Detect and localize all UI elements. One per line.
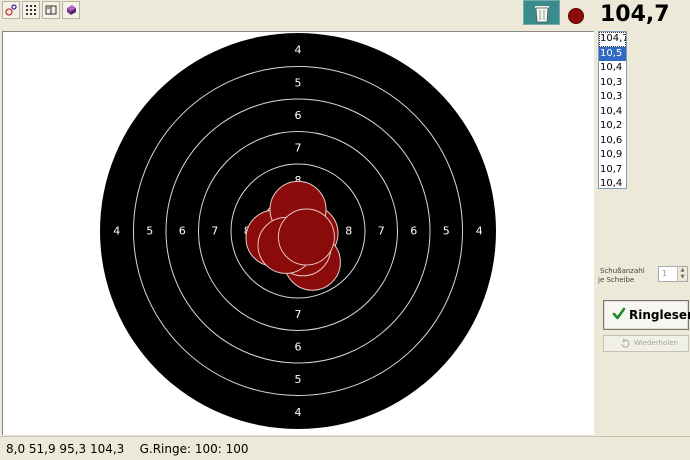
ring-number-label: 4 bbox=[295, 406, 302, 419]
status-bar: 8,0 51,9 95,3 104,3 G.Ringe: 100: 100 bbox=[0, 436, 690, 460]
ring-number-label: 6 bbox=[179, 225, 186, 238]
shot-count-stepper[interactable]: 1 ▲ ▼ bbox=[658, 266, 688, 282]
ring-number-label: 7 bbox=[211, 225, 218, 238]
ring-number-label: 5 bbox=[295, 373, 302, 386]
ring-number-label: 7 bbox=[295, 308, 302, 321]
shot-count-value: 1 bbox=[662, 269, 668, 278]
shot-value-item[interactable]: 10,3 bbox=[599, 90, 626, 105]
ring-number-label: 6 bbox=[410, 225, 417, 238]
book-button[interactable] bbox=[42, 1, 60, 19]
shot-value-item[interactable]: 10,4 bbox=[599, 61, 626, 76]
status-text: 8,0 51,9 95,3 104,3 G.Ringe: 100: 100 bbox=[6, 442, 249, 456]
target-canvas[interactable]: 45678876544567887654 bbox=[2, 31, 594, 435]
shot-value-item[interactable]: 10,9 bbox=[599, 148, 626, 163]
shot-value-item[interactable]: 10,4 bbox=[599, 177, 626, 188]
target-settings-button[interactable] bbox=[2, 1, 20, 19]
repeat-label: Wiederholen bbox=[634, 339, 678, 347]
ring-number-label: 5 bbox=[443, 225, 450, 238]
ring-number-label: 4 bbox=[295, 43, 302, 56]
ring-number-label: 4 bbox=[113, 225, 120, 238]
ring-number-label: 6 bbox=[295, 340, 302, 353]
checkmark-icon bbox=[612, 307, 626, 320]
shot-value-list[interactable]: 104,7 10,5 10,4 10,3 10,3 10,4 10,2 10,6 10,9 10,… bbox=[598, 31, 627, 189]
stepper-down-icon[interactable]: ▼ bbox=[678, 274, 687, 281]
repeat-button[interactable]: Wiederholen bbox=[603, 335, 689, 352]
ring-number-label: 4 bbox=[476, 225, 483, 238]
shooting-target-app: 104,7 45678876544567887654 104,710,510,4… bbox=[0, 0, 690, 460]
ring-number-label: 6 bbox=[295, 109, 302, 122]
ring-number-label: 7 bbox=[378, 225, 385, 238]
stepper-up-icon[interactable]: ▲ bbox=[678, 267, 687, 274]
ring-number-label: 7 bbox=[295, 141, 302, 154]
shot-value-item[interactable]: 10,2 bbox=[599, 119, 626, 134]
read-rings-button[interactable]: Ringlesen bbox=[603, 300, 690, 330]
shot-count-label: Schußanzahl bbox=[600, 267, 645, 275]
repeat-icon bbox=[621, 338, 630, 348]
book-icon bbox=[45, 5, 57, 15]
dice-icon bbox=[67, 5, 76, 15]
status-indicator bbox=[568, 8, 584, 24]
ring-number-label: 8 bbox=[345, 225, 352, 238]
shooting-target: 45678876544567887654 bbox=[100, 33, 496, 429]
trash-button[interactable] bbox=[523, 0, 560, 25]
bullet-hole[interactable] bbox=[277, 208, 335, 266]
per-target-label: je Scheibe bbox=[598, 276, 635, 284]
total-score: 104,7 bbox=[600, 2, 670, 27]
shot-value-item[interactable]: 10,3 bbox=[599, 76, 626, 91]
target-settings-icon bbox=[5, 4, 17, 16]
shot-value-item[interactable]: 10,7 bbox=[599, 163, 626, 178]
shot-value-item[interactable]: 10,5 bbox=[599, 46, 626, 61]
shot-value-item[interactable]: 10,6 bbox=[599, 134, 626, 149]
shot-value-item[interactable]: 10,4 bbox=[599, 105, 626, 120]
ring-number-label: 5 bbox=[295, 76, 302, 89]
trash-bin-icon bbox=[534, 6, 549, 23]
shot-value-item[interactable]: 104,7 bbox=[599, 32, 626, 47]
toolbar bbox=[0, 0, 596, 30]
grid-dots-icon bbox=[26, 5, 36, 15]
ring-number-label: 5 bbox=[146, 225, 153, 238]
read-rings-label: Ringlesen bbox=[629, 308, 690, 322]
dice-button[interactable] bbox=[62, 1, 80, 19]
grid-button[interactable] bbox=[22, 1, 40, 19]
